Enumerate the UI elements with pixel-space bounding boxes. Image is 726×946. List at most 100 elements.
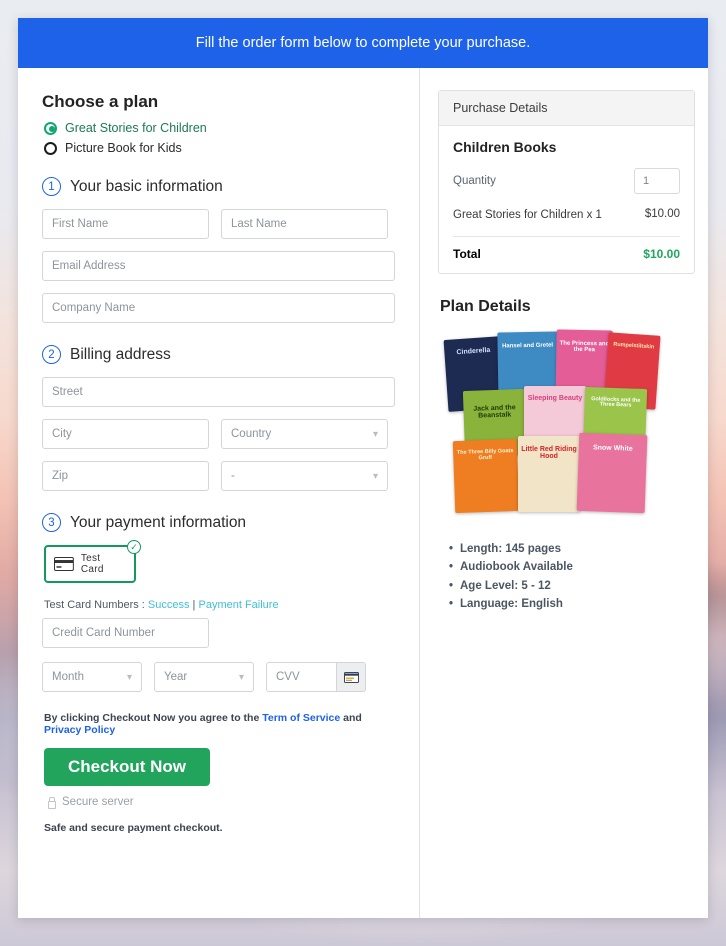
list-item: Length: 145 pages xyxy=(449,540,695,559)
choose-plan-heading: Choose a plan xyxy=(42,92,159,111)
book-title: Cinderella xyxy=(456,346,491,356)
secure-server-label: Secure server xyxy=(62,796,134,808)
banner-text: Fill the order form below to complete yo… xyxy=(195,35,531,51)
chevron-down-icon: ▾ xyxy=(238,671,244,683)
total-amount: $10.00 xyxy=(643,246,680,261)
last-name-input[interactable]: Last Name xyxy=(221,209,388,239)
step-title: Your basic information xyxy=(70,177,223,195)
terms-agreement-text: By clicking Checkout Now you agree to th… xyxy=(44,712,395,736)
book-cover: The Three Billy Goats Gruff xyxy=(452,438,520,513)
plan-option-picture-book[interactable]: Picture Book for Kids xyxy=(44,141,395,155)
book-cover: Snow White xyxy=(576,432,648,513)
quantity-input[interactable]: 1 xyxy=(634,168,680,194)
terms-of-service-link[interactable]: Term of Service xyxy=(262,712,340,724)
step-title: Your payment information xyxy=(70,513,247,531)
country-select[interactable]: Country ▾ xyxy=(221,419,388,449)
company-input[interactable]: Company Name xyxy=(42,293,395,323)
quantity-row: Quantity 1 xyxy=(453,168,680,194)
zip-state-row: Zip - ▾ xyxy=(42,461,395,491)
purchase-details-panel: Purchase Details Children Books Quantity… xyxy=(438,90,695,274)
step-number-badge: 1 xyxy=(42,177,61,196)
test-card-label: Test Card xyxy=(80,553,104,575)
cvv-help-button[interactable] xyxy=(336,662,366,692)
company-row: Company Name xyxy=(42,293,395,323)
chevron-down-icon: ▾ xyxy=(372,428,378,440)
step-title: Billing address xyxy=(70,345,171,363)
book-title: The Princess and the Pea xyxy=(559,339,610,353)
month-select[interactable]: Month ▾ xyxy=(42,662,142,692)
test-card-method-option[interactable]: Test Card ✓ xyxy=(44,540,141,583)
year-select-value: Year xyxy=(164,671,188,683)
city-country-row: City Country ▾ xyxy=(42,419,395,449)
line-item-row: Great Stories for Children x 1 $10.00 xyxy=(453,208,680,224)
test-numbers-prefix: Test Card Numbers : xyxy=(44,599,148,611)
year-select[interactable]: Year ▾ xyxy=(154,662,254,692)
success-card-link[interactable]: Success xyxy=(148,599,190,611)
plan-option-label: Great Stories for Children xyxy=(65,121,207,135)
email-row: Email Address xyxy=(42,251,395,281)
step-1-header: 1 Your basic information xyxy=(42,177,395,196)
step-number-badge: 3 xyxy=(42,513,61,532)
summary-column: Purchase Details Children Books Quantity… xyxy=(420,68,707,918)
cvv-input[interactable]: CVV xyxy=(266,662,336,692)
cvv-group: CVV xyxy=(266,662,366,692)
card-back-icon xyxy=(343,671,359,683)
check-circle-icon: ✓ xyxy=(127,540,141,554)
chevron-down-icon: ▾ xyxy=(372,470,378,482)
step-number-badge: 2 xyxy=(42,345,61,364)
secure-server-note: Secure server xyxy=(46,796,395,809)
book-title: The Three Billy Goats Gruff xyxy=(456,447,514,461)
checkout-now-button[interactable]: Checkout Now xyxy=(44,748,210,786)
agreement-prefix: By clicking Checkout Now you agree to th… xyxy=(44,712,263,724)
list-item: Language: English xyxy=(449,595,695,614)
list-item: Audiobook Available xyxy=(449,558,695,577)
step-2-header: 2 Billing address xyxy=(42,345,395,364)
plan-option-label: Picture Book for Kids xyxy=(65,141,182,155)
expiry-cvv-row: Month ▾ Year ▾ CVV xyxy=(42,662,395,692)
purchase-details-header: Purchase Details xyxy=(439,91,694,126)
divider xyxy=(453,235,680,237)
plan-detail-bullets: Length: 145 pages Audiobook Available Ag… xyxy=(449,540,695,615)
book-title: Rumpelstiltskin xyxy=(613,341,655,351)
street-input[interactable]: Street xyxy=(42,377,395,407)
book-title: Snow White xyxy=(592,443,633,453)
purchase-details-body: Children Books Quantity 1 Great Stories … xyxy=(439,126,694,273)
book-title: Goldilocks and the Three Bears xyxy=(591,395,641,409)
plan-details-title: Plan Details xyxy=(440,297,531,315)
step-3-header: 3 Your payment information xyxy=(42,513,395,532)
lock-icon xyxy=(46,797,56,809)
card-body: Choose a plan Great Stories for Children… xyxy=(18,68,708,918)
line-item-description: Great Stories for Children x 1 xyxy=(453,209,602,221)
top-banner: Fill the order form below to complete yo… xyxy=(18,18,708,68)
zip-input[interactable]: Zip xyxy=(42,461,209,491)
credit-card-row: Credit Card Number xyxy=(42,618,395,648)
chevron-down-icon: ▾ xyxy=(126,671,132,683)
country-select-value: Country xyxy=(231,428,272,440)
city-input[interactable]: City xyxy=(42,419,209,449)
month-select-value: Month xyxy=(52,671,84,683)
plan-option-great-stories[interactable]: Great Stories for Children xyxy=(44,121,395,135)
agreement-and: and xyxy=(340,712,362,724)
radio-selected-icon[interactable] xyxy=(44,121,57,135)
test-card-numbers-line: Test Card Numbers : Success | Payment Fa… xyxy=(44,599,395,611)
checkout-card: Fill the order form below to complete yo… xyxy=(18,18,708,918)
first-name-input[interactable]: First Name xyxy=(42,209,209,239)
payment-failure-card-link[interactable]: Payment Failure xyxy=(198,599,278,611)
total-label: Total xyxy=(453,246,481,261)
privacy-policy-link[interactable]: Privacy Policy xyxy=(44,724,115,736)
credit-card-number-input[interactable]: Credit Card Number xyxy=(42,618,209,648)
name-row: First Name Last Name xyxy=(42,209,395,239)
form-column: Choose a plan Great Stories for Children… xyxy=(18,68,420,918)
radio-unselected-icon[interactable] xyxy=(44,141,57,155)
total-row: Total $10.00 xyxy=(453,247,680,261)
book-title: Little Red Riding Hood xyxy=(521,446,577,461)
state-select[interactable]: - ▾ xyxy=(221,461,388,491)
book-title: Hansel and Gretel xyxy=(502,341,554,349)
street-row: Street xyxy=(42,377,395,407)
safe-checkout-note: Safe and secure payment checkout. xyxy=(44,822,223,834)
quantity-label: Quantity xyxy=(453,175,496,187)
line-item-amount: $10.00 xyxy=(644,208,680,220)
email-input[interactable]: Email Address xyxy=(42,251,395,281)
product-name: Children Books xyxy=(453,139,557,155)
checkout-page: Fill the order form below to complete yo… xyxy=(0,0,726,946)
